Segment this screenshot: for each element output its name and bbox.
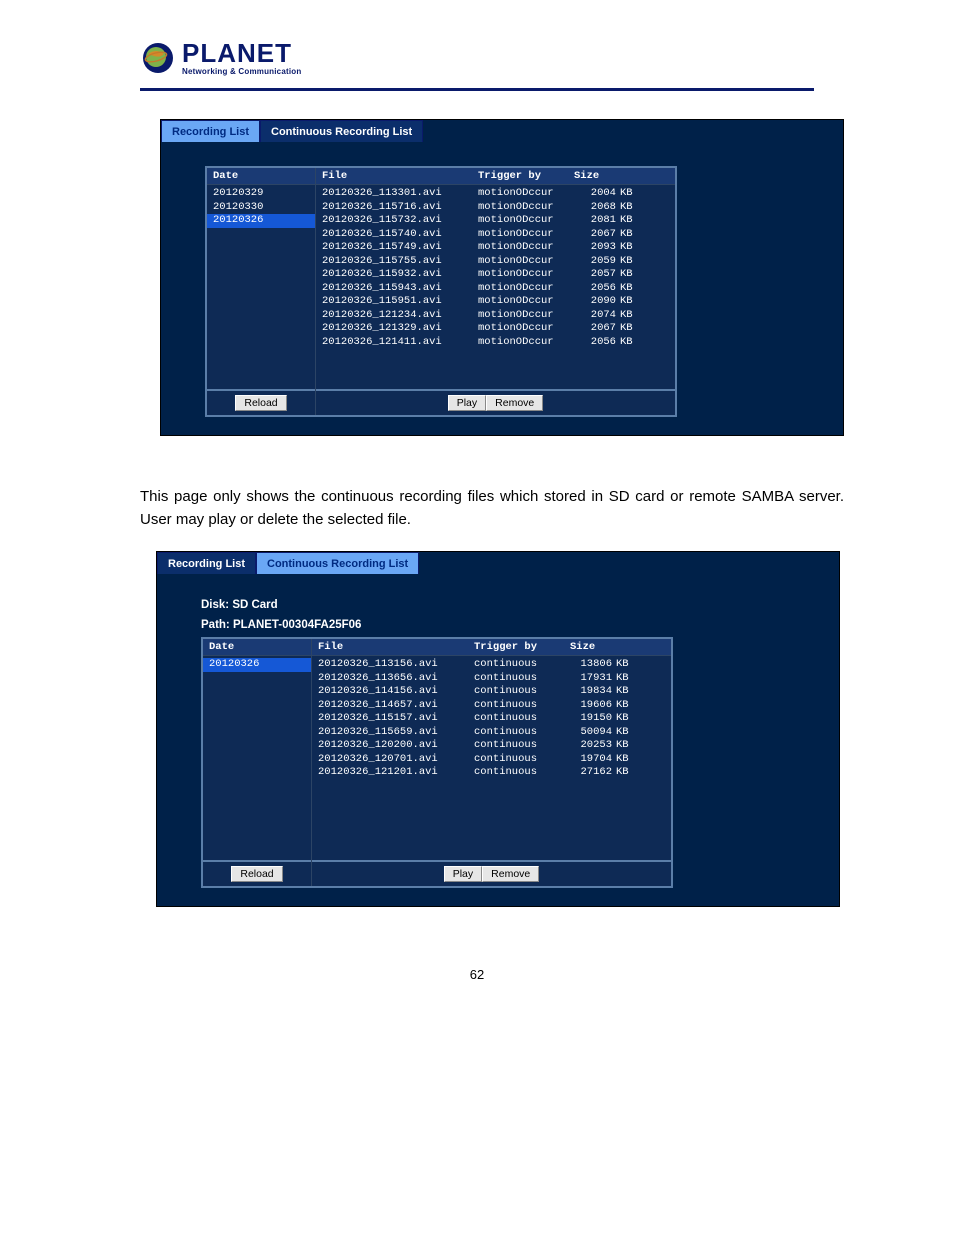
remove-button[interactable]: Remove	[486, 395, 543, 411]
brand-logo: PLANET Networking & Communication	[140, 40, 954, 76]
file-row[interactable]: 20120326_121201.avicontinuous27162KB	[312, 766, 671, 780]
globe-icon	[140, 40, 176, 76]
header-rule	[140, 88, 814, 91]
date-list[interactable]: 201203292012033020120326	[207, 185, 315, 389]
file-row[interactable]: 20120326_121329.avimotionODccur2067KB	[316, 322, 675, 336]
file-grid: Date 201203292012033020120326 Reload Fil…	[205, 166, 677, 417]
play-button[interactable]: Play	[448, 395, 486, 411]
file-row[interactable]: 20120326_115755.avimotionODccur2059KB	[316, 255, 675, 269]
play-button-2[interactable]: Play	[444, 866, 482, 882]
file-row[interactable]: 20120326_114156.avicontinuous19834KB	[312, 685, 671, 699]
tabs-row: Recording List Continuous Recording List	[161, 120, 843, 142]
date-item[interactable]: 20120326	[203, 658, 311, 672]
brand-name: PLANET	[182, 40, 301, 66]
col-header-files: File Trigger by Size	[316, 168, 675, 185]
tab-recording-list[interactable]: Recording List	[161, 120, 260, 142]
page-header: PLANET Networking & Communication	[0, 40, 954, 84]
description-paragraph: This page only shows the continuous reco…	[140, 486, 844, 531]
col-header-date: Date	[207, 168, 315, 185]
file-row[interactable]: 20120326_120701.avicontinuous19704KB	[312, 753, 671, 767]
col-header-files-2: File Trigger by Size	[312, 639, 671, 656]
file-row[interactable]: 20120326_120200.avicontinuous20253KB	[312, 739, 671, 753]
file-row[interactable]: 20120326_115749.avimotionODccur2093KB	[316, 241, 675, 255]
file-row[interactable]: 20120326_115716.avimotionODccur2068KB	[316, 201, 675, 215]
tab-recording-list-2[interactable]: Recording List	[157, 552, 256, 574]
file-row[interactable]: 20120326_115157.avicontinuous19150KB	[312, 712, 671, 726]
reload-button-2[interactable]: Reload	[231, 866, 282, 882]
file-grid-2: Date 20120326 Reload File Trigger by Siz…	[201, 637, 673, 888]
date-item[interactable]: 20120326	[207, 214, 315, 228]
page-number: 62	[0, 967, 954, 982]
tab-continuous-recording-list[interactable]: Continuous Recording List	[260, 120, 423, 142]
brand-tagline: Networking & Communication	[182, 68, 301, 76]
recording-panel-2: Recording List Continuous Recording List…	[156, 551, 840, 907]
reload-button[interactable]: Reload	[235, 395, 286, 411]
file-row[interactable]: 20120326_115932.avimotionODccur2057KB	[316, 268, 675, 282]
file-row[interactable]: 20120326_115943.avimotionODccur2056KB	[316, 282, 675, 296]
recording-panel-1: Recording List Continuous Recording List…	[160, 119, 844, 436]
file-row[interactable]: 20120326_121411.avimotionODccur2056KB	[316, 336, 675, 350]
date-list-2[interactable]: 20120326	[203, 656, 311, 860]
file-row[interactable]: 20120326_121234.avimotionODccur2074KB	[316, 309, 675, 323]
file-row[interactable]: 20120326_113301.avimotionODccur2004KB	[316, 187, 675, 201]
path-label: Path: PLANET-00304FA25F06	[201, 618, 819, 634]
file-list-2[interactable]: 20120326_113156.avicontinuous13806KB2012…	[312, 656, 671, 860]
tab-continuous-recording-list-2[interactable]: Continuous Recording List	[256, 552, 419, 574]
remove-button-2[interactable]: Remove	[482, 866, 539, 882]
file-row[interactable]: 20120326_115732.avimotionODccur2081KB	[316, 214, 675, 228]
date-item[interactable]: 20120329	[207, 187, 315, 201]
file-row[interactable]: 20120326_115740.avimotionODccur2067KB	[316, 228, 675, 242]
disk-label: Disk: SD Card	[201, 598, 819, 614]
file-list[interactable]: 20120326_113301.avimotionODccur2004KB201…	[316, 185, 675, 389]
file-row[interactable]: 20120326_113156.avicontinuous13806KB	[312, 658, 671, 672]
tabs-row-2: Recording List Continuous Recording List	[157, 552, 839, 574]
file-row[interactable]: 20120326_113656.avicontinuous17931KB	[312, 672, 671, 686]
col-header-date-2: Date	[203, 639, 311, 656]
file-row[interactable]: 20120326_114657.avicontinuous19606KB	[312, 699, 671, 713]
file-row[interactable]: 20120326_115951.avimotionODccur2090KB	[316, 295, 675, 309]
file-row[interactable]: 20120326_115659.avicontinuous50094KB	[312, 726, 671, 740]
date-item[interactable]: 20120330	[207, 201, 315, 215]
